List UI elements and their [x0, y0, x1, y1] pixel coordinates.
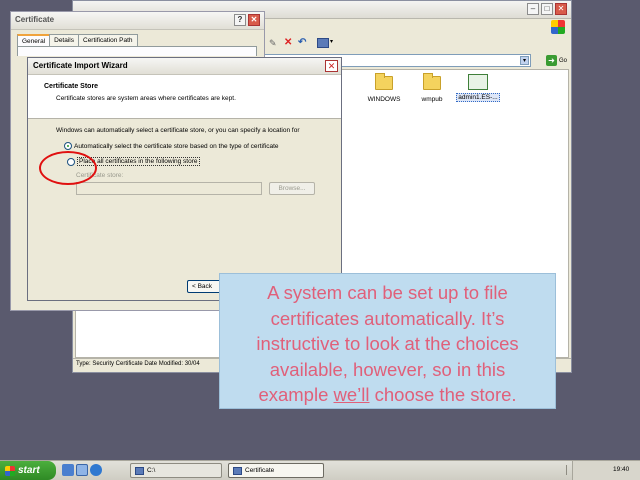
task-button-explorer[interactable]: C:\ [130, 463, 222, 478]
file-label: admin1.ES-... [456, 93, 500, 102]
wizard-header-subtitle: Certificate stores are system areas wher… [56, 95, 236, 102]
windows-logo-icon [551, 20, 565, 34]
callout-line-5-end: choose the store. [369, 384, 517, 405]
quick-launch-desktop-icon[interactable] [62, 464, 74, 476]
task-button-certificate[interactable]: Certificate [228, 463, 324, 478]
wizard-header: Certificate Store Certificate stores are… [28, 75, 341, 119]
annotation-circle [39, 151, 97, 185]
browse-button[interactable]: Browse... [269, 182, 315, 195]
go-button[interactable]: ➜ Go [545, 54, 567, 67]
callout-line-1: A system can be set up to file [267, 282, 508, 303]
go-arrow-icon: ➜ [545, 55, 557, 66]
callout-line-5: example we’ll choose the store. [220, 382, 555, 408]
wizard-intro-text: Windows can automatically select a certi… [56, 127, 300, 134]
undo-icon[interactable]: ↶ [298, 37, 306, 48]
callout-line-4: available, however, so in this [269, 358, 506, 380]
callout-line-2: certificates automatically. It’s [270, 307, 505, 329]
auto-select-radio[interactable] [64, 142, 72, 150]
close-button[interactable]: ✕ [555, 3, 567, 15]
option-auto-select[interactable]: Automatically select the certificate sto… [64, 142, 279, 150]
windows-flag-icon [5, 465, 15, 476]
quick-launch-ie-icon[interactable] [90, 464, 102, 476]
certificate-store-field[interactable] [76, 182, 262, 195]
task-label-certificate: Certificate [245, 467, 275, 474]
start-label: start [18, 465, 40, 476]
certificate-close-button[interactable]: ✕ [248, 14, 260, 26]
wizard-close-button[interactable]: ✕ [325, 60, 338, 72]
go-label: Go [558, 57, 567, 64]
tab-panel [17, 46, 257, 56]
start-button[interactable]: start [0, 461, 56, 480]
help-button[interactable]: ? [234, 14, 246, 26]
task-label-explorer: C:\ [147, 467, 156, 474]
explorer-window-controls: – □ ✕ [527, 3, 567, 15]
callout-line-3: instructive to look at the choices [256, 333, 519, 354]
callout-emphasis: we’ll [333, 384, 370, 405]
tutorial-callout: A system can be set up to file certifica… [219, 273, 556, 409]
views-icon[interactable] [317, 38, 329, 48]
system-tray: 19:40 [572, 461, 640, 480]
clock: 19:40 [613, 466, 630, 473]
certificate-titlebar[interactable]: Certificate ? ✕ [11, 12, 264, 30]
views-dropdown-icon[interactable]: ▾ [330, 38, 333, 45]
delete-icon[interactable]: ✕ [284, 37, 292, 48]
move-to-icon[interactable]: ✎ [269, 38, 277, 49]
maximize-button[interactable]: □ [541, 3, 553, 15]
taskbar: start C:\ Certificate EN 19:40 [0, 460, 640, 480]
certificate-window-controls: ? ✕ [234, 14, 260, 26]
certificate-title: Certificate [15, 15, 55, 24]
folder-icon [375, 73, 393, 90]
certificate-file-icon [468, 74, 488, 90]
callout-line-5-start: example [258, 384, 334, 405]
drive-icon [135, 466, 144, 475]
minimize-button[interactable]: – [527, 3, 539, 15]
wizard-header-title: Certificate Store [44, 83, 99, 90]
folder-icon [423, 73, 441, 90]
file-item-certificate[interactable]: admin1.ES-... [448, 74, 508, 102]
certificate-task-icon [233, 466, 242, 475]
wizard-titlebar[interactable]: Certificate Import Wizard [28, 58, 341, 75]
auto-select-label: Automatically select the certificate sto… [74, 142, 279, 150]
quick-launch-media-icon[interactable] [76, 464, 88, 476]
wizard-title: Certificate Import Wizard [33, 61, 128, 70]
address-dropdown-icon[interactable]: ▾ [520, 56, 529, 65]
